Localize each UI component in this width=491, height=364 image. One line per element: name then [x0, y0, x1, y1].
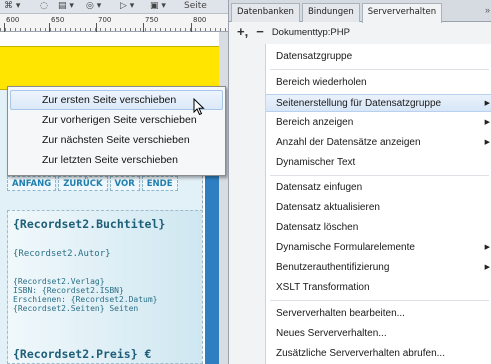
editor-toolbar: ⌘ ▾ ◌ ▤ ▾ ◎ ▾ ▷ ▾ ▣ ▾ Seite [0, 0, 228, 14]
field-book-title: {Recordset2.Buchtitel} [13, 217, 166, 231]
submenu-arrow-icon: ▶ [484, 264, 490, 271]
panel-tab-bar: Datenbanken Bindungen Serververhalten » [229, 0, 491, 23]
horizontal-ruler: 600 650 700 750 800 [0, 14, 228, 32]
menu-item-show-region[interactable]: Bereich anzeigen ▶ [266, 114, 491, 132]
header-band [0, 46, 228, 90]
nav-first-link[interactable]: ANFANG [7, 176, 57, 191]
field-pages: {Recordset2.Seiten} Seiten [13, 304, 139, 313]
field-price: {Recordset2.Preis} € [13, 347, 152, 361]
document-type-label: Dokumenttyp:PHP [271, 26, 350, 38]
tab-server-behaviors[interactable]: Serververhalten [361, 3, 443, 23]
tab-bindings[interactable]: Bindungen [301, 3, 360, 22]
menu-item-repeat-region[interactable]: Bereich wiederholen [266, 74, 491, 92]
menu-item-display-record-count[interactable]: Anzahl der Datensätze anzeigen ▶ [266, 134, 491, 152]
field-date: Erschienen: {Recordset2.Datum} [13, 295, 158, 304]
menu-item-get-more-behaviors[interactable]: Zusätzliche Serververhalten abrufen... [266, 345, 491, 363]
nav-last-link[interactable]: ENDE [141, 176, 178, 191]
submenu-arrow-icon: ▶ [484, 244, 490, 251]
menu-item-edit-server-behaviors[interactable]: Serververhalten bearbeiten... [266, 305, 491, 323]
add-behavior-button[interactable]: +, [237, 25, 248, 39]
play-icon[interactable]: ▷ ▾ [120, 1, 134, 11]
add-behavior-menu: Datensatzgruppe Bereich wiederholen Seit… [265, 44, 491, 364]
menu-item-new-server-behavior[interactable]: Neues Serververhalten... [266, 325, 491, 343]
mouse-cursor-icon [193, 98, 205, 116]
menu-item-first-page[interactable]: Zur ersten Seite verschieben [10, 90, 223, 110]
record-box[interactable]: {Recordset2.Buchtitel} {Recordset2.Autor… [7, 210, 203, 364]
ruler-tick: 600 [6, 16, 20, 24]
field-details: {Recordset2.Verlag} ISBN: {Recordset2.IS… [13, 277, 158, 313]
server-behaviors-panel: Datenbanken Bindungen Serververhalten » … [228, 0, 491, 364]
menu-item-last-page[interactable]: Zur letzten Seite verschieben [10, 150, 223, 170]
ruler-tick: 700 [98, 16, 112, 24]
submenu-arrow-icon: ▶ [484, 100, 490, 107]
menu-item-next-page[interactable]: Zur nächsten Seite verschieben [10, 130, 223, 150]
submenu-arrow-icon: ▶ [484, 139, 490, 146]
toolbar-page-label: Seite [184, 1, 207, 11]
page-icon[interactable]: ▤ ▾ [58, 1, 74, 11]
ruler-tick: 650 [51, 16, 65, 24]
refresh-icon[interactable]: ◌ [40, 1, 48, 11]
menu-item-dynamic-text[interactable]: Dynamischer Text [266, 154, 491, 172]
panel-menu-icon[interactable]: » [485, 5, 490, 15]
editor-scrollbar[interactable] [219, 32, 228, 364]
menu-item-update-record[interactable]: Datensatz aktualisieren [266, 199, 491, 217]
menu-item-user-authentication[interactable]: Benutzerauthentifizierung ▶ [266, 259, 491, 277]
menu-item-previous-page[interactable]: Zur vorherigen Seite verschieben [10, 110, 223, 130]
recordset-navigation-bar: ANFANG ZURÜCK VOR ENDE [7, 176, 178, 192]
code-icon[interactable]: ⌘ ▾ [4, 1, 20, 11]
field-isbn: ISBN: {Recordset2.ISBN} [13, 286, 124, 295]
menu-item-recordset[interactable]: Datensatzgruppe [266, 48, 491, 66]
view-icon[interactable]: ▣ ▾ [150, 1, 166, 11]
menu-item-recordset-paging[interactable]: Seitenerstellung für Datensatzgruppe ▶ [266, 94, 491, 112]
menu-item-xslt-transformation[interactable]: XSLT Transformation [266, 279, 491, 297]
panel-toolbar: +, − Dokumenttyp:PHP [229, 23, 491, 41]
tab-databases[interactable]: Datenbanken [231, 3, 300, 22]
ruler-tick: 800 [193, 16, 207, 24]
nav-previous-link[interactable]: ZURÜCK [58, 176, 108, 191]
remove-behavior-button[interactable]: − [256, 25, 264, 39]
field-publisher: {Recordset2.Verlag} [13, 277, 105, 286]
ruler-tick: 750 [145, 16, 159, 24]
menu-item-delete-record[interactable]: Datensatz löschen [266, 219, 491, 237]
submenu-arrow-icon: ▶ [484, 119, 490, 126]
design-view[interactable]: ⌘ ▾ ◌ ▤ ▾ ◎ ▾ ▷ ▾ ▣ ▾ Seite 600 650 700 … [0, 0, 228, 364]
field-author: {Recordset2.Autor} [13, 249, 111, 259]
preview-icon[interactable]: ◎ ▾ [86, 1, 101, 11]
nav-next-link[interactable]: VOR [109, 176, 140, 191]
menu-item-insert-record[interactable]: Datensatz einfugen [266, 179, 491, 197]
menu-item-dynamic-form-elements[interactable]: Dynamische Formularelemente ▶ [266, 239, 491, 257]
